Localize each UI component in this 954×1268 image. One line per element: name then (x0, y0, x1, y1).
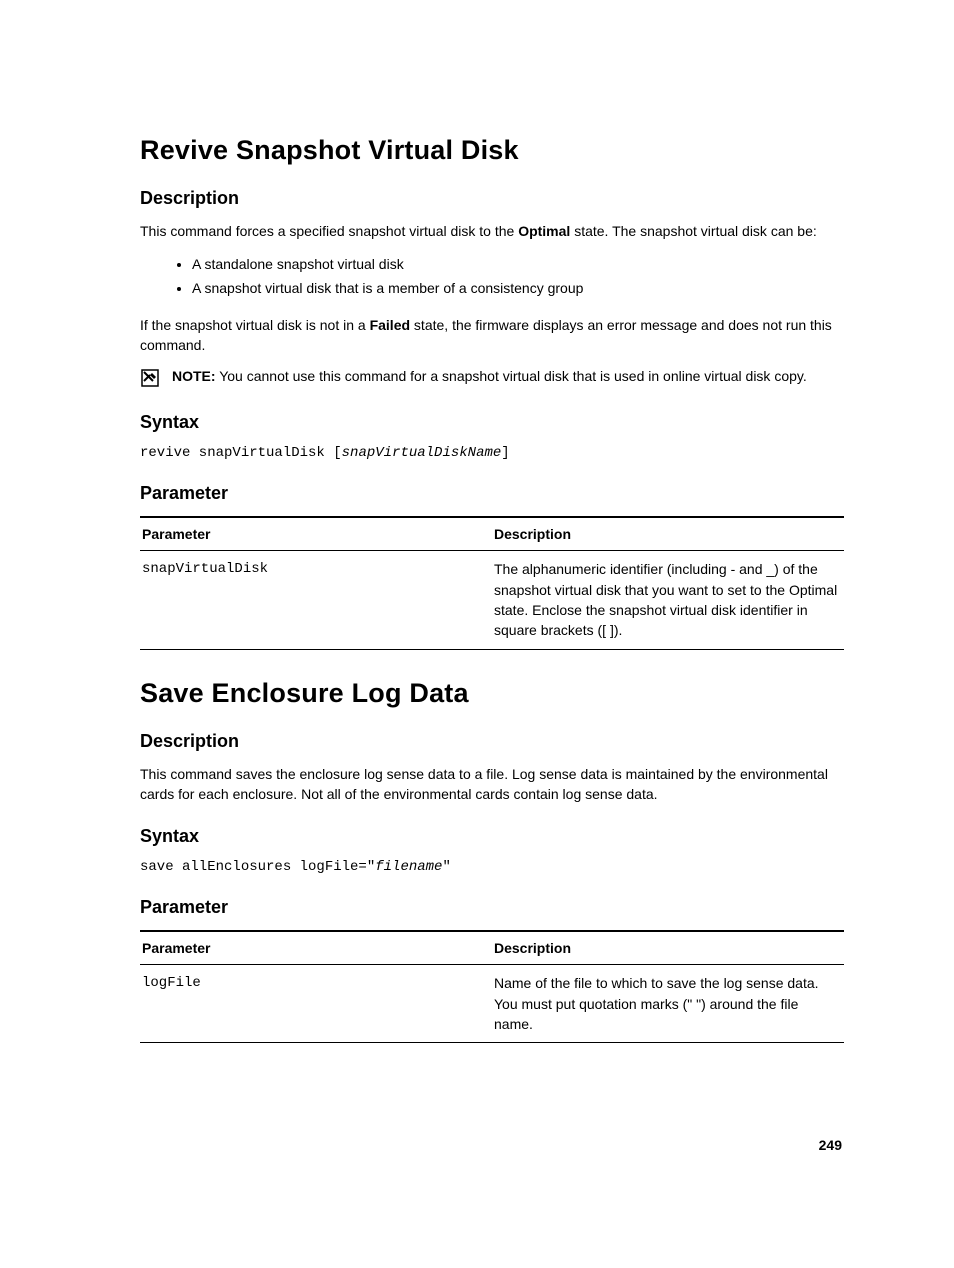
note-label: NOTE: (172, 368, 216, 384)
text: If the snapshot virtual disk is not in a (140, 317, 370, 333)
description-paragraph: If the snapshot virtual disk is not in a… (140, 315, 844, 356)
note-icon (140, 368, 160, 388)
text: This command forces a specified snapshot… (140, 223, 518, 239)
text: state. The snapshot virtual disk can be: (570, 223, 816, 239)
code-italic: snapVirtualDiskName (342, 445, 502, 461)
table-header: Description (492, 931, 844, 965)
note-block: NOTE: You cannot use this command for a … (140, 367, 844, 388)
section-title: Revive Snapshot Virtual Disk (140, 135, 844, 166)
table-cell-desc: The alphanumeric identifier (including -… (492, 551, 844, 649)
code-text: ] (501, 445, 509, 461)
description-heading: Description (140, 731, 844, 752)
table-cell-param: logFile (140, 965, 492, 1043)
syntax-heading: Syntax (140, 412, 844, 433)
description-paragraph: This command forces a specified snapshot… (140, 221, 844, 241)
table-cell-desc: Name of the file to which to save the lo… (492, 965, 844, 1043)
table-header: Parameter (140, 517, 492, 551)
syntax-code: revive snapVirtualDisk [snapVirtualDiskN… (140, 445, 844, 461)
description-paragraph: This command saves the enclosure log sen… (140, 764, 844, 805)
table-row: snapVirtualDisk The alphanumeric identif… (140, 551, 844, 649)
table-row: logFile Name of the file to which to sav… (140, 965, 844, 1043)
code-text: " (442, 859, 450, 875)
code-text: save allEnclosures logFile=" (140, 859, 375, 875)
section-title: Save Enclosure Log Data (140, 678, 844, 709)
bullet-list: A standalone snapshot virtual disk A sna… (140, 253, 844, 301)
table-cell-param: snapVirtualDisk (140, 551, 492, 649)
table-header: Description (492, 517, 844, 551)
page-number: 249 (819, 1137, 842, 1153)
code-text: revive snapVirtualDisk [ (140, 445, 342, 461)
parameter-heading: Parameter (140, 483, 844, 504)
parameter-heading: Parameter (140, 897, 844, 918)
description-heading: Description (140, 188, 844, 209)
code-italic: filename (375, 859, 442, 875)
document-page: Revive Snapshot Virtual Disk Description… (0, 0, 954, 1268)
list-item: A snapshot virtual disk that is a member… (192, 277, 844, 301)
syntax-heading: Syntax (140, 826, 844, 847)
list-item: A standalone snapshot virtual disk (192, 253, 844, 277)
bold-text: Failed (370, 317, 410, 333)
table-header: Parameter (140, 931, 492, 965)
note-text: NOTE: You cannot use this command for a … (172, 367, 807, 386)
parameter-table: Parameter Description snapVirtualDisk Th… (140, 516, 844, 649)
parameter-table: Parameter Description logFile Name of th… (140, 930, 844, 1043)
bold-text: Optimal (518, 223, 570, 239)
syntax-code: save allEnclosures logFile="filename" (140, 859, 844, 875)
text: You cannot use this command for a snapsh… (216, 368, 807, 384)
